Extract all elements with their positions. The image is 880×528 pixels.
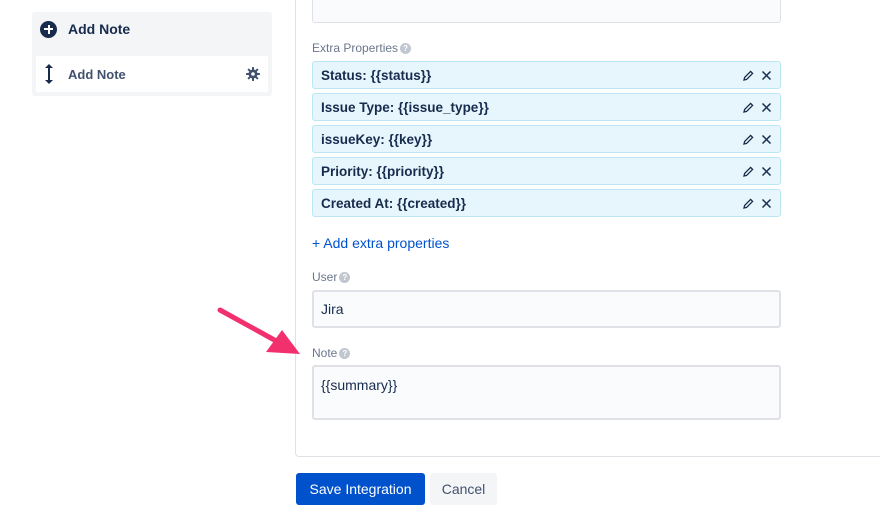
close-icon[interactable] [761, 198, 772, 209]
note-label: Note ? [312, 346, 351, 360]
note-label-text: Note [312, 346, 338, 360]
add-note-item[interactable]: Add Note [36, 56, 268, 92]
extra-properties-label: Extra Properties ? [312, 41, 412, 55]
property-row-created-at: Created At: {{created}} [312, 189, 781, 217]
close-icon[interactable] [761, 134, 772, 145]
property-row-priority: Priority: {{priority}} [312, 157, 781, 185]
note-textarea[interactable]: {{summary}} [312, 365, 781, 420]
close-icon[interactable] [761, 102, 772, 113]
close-icon[interactable] [761, 70, 772, 81]
close-icon[interactable] [761, 166, 772, 177]
property-row-issue-key: issueKey: {{key}} [312, 125, 781, 153]
gear-icon[interactable] [246, 67, 260, 81]
property-label: Status: {{status}} [321, 67, 432, 83]
annotation-arrow-icon [217, 307, 300, 354]
pencil-icon[interactable] [743, 198, 754, 209]
extra-properties-label-text: Extra Properties [312, 41, 399, 55]
property-label: Issue Type: {{issue_type}} [321, 99, 489, 115]
property-row-status: Status: {{status}} [312, 61, 781, 89]
property-label: Priority: {{priority}} [321, 163, 445, 179]
pencil-icon[interactable] [743, 134, 754, 145]
save-integration-button[interactable]: Save Integration [296, 473, 425, 505]
add-extra-properties-link[interactable]: + Add extra properties [312, 235, 449, 251]
user-input[interactable]: Jira [312, 290, 781, 328]
property-label: Created At: {{created}} [321, 195, 467, 211]
drag-handle-icon[interactable] [44, 63, 54, 85]
property-label: issueKey: {{key}} [321, 131, 433, 147]
integration-form: Extra Properties ? Status: {{status}} Is… [295, 0, 880, 457]
add-note-header[interactable]: Add Note [32, 12, 272, 46]
add-note-header-label: Add Note [68, 21, 131, 37]
pencil-icon[interactable] [743, 166, 754, 177]
pencil-icon[interactable] [743, 102, 754, 113]
plus-circle-icon [40, 20, 57, 38]
previous-field-input[interactable] [312, 0, 781, 23]
pencil-icon[interactable] [743, 70, 754, 81]
user-label: User ? [312, 270, 351, 284]
help-icon[interactable]: ? [339, 271, 351, 283]
add-note-item-label: Add Note [68, 66, 126, 82]
property-row-issue-type: Issue Type: {{issue_type}} [312, 93, 781, 121]
user-label-text: User [312, 270, 338, 284]
action-list-panel: Add Note Add Note [32, 12, 272, 96]
help-icon[interactable]: ? [400, 42, 412, 54]
cancel-button[interactable]: Cancel [430, 473, 497, 505]
help-icon[interactable]: ? [339, 347, 351, 359]
